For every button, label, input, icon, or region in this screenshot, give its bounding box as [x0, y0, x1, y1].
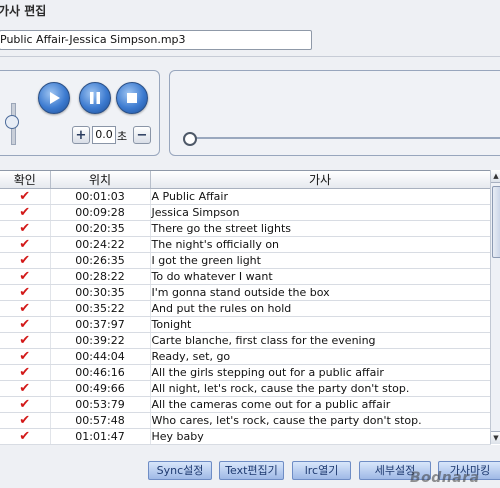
table-row[interactable]: ✔ 00:46:16 All the girls stepping out for …	[0, 364, 491, 381]
table-row[interactable]: ✔ 00:01:03 A Public Affair	[0, 188, 491, 205]
lyrics-table: 확인 위치 가사 ✔ 00:01:03 A Public Affair ✔ 00:09:…	[0, 170, 500, 445]
row-check-icon[interactable]: ✔	[0, 364, 51, 381]
play-icon	[50, 92, 60, 104]
row-time: 00:53:79	[50, 396, 151, 413]
text-editor-button[interactable]: Text편집기	[219, 461, 284, 480]
volume-slider-knob[interactable]	[5, 115, 19, 129]
row-check-icon[interactable]: ✔	[0, 428, 51, 445]
row-lyric: I'm gonna stand outside the box	[150, 284, 491, 301]
row-time: 00:01:03	[50, 188, 151, 205]
table-row[interactable]: ✔ 00:24:22 The night's officially on	[0, 236, 491, 253]
row-lyric: I got the green light	[150, 252, 491, 269]
table-row[interactable]: ✔ 01:01:47 Hey baby	[0, 428, 491, 445]
seek-slider-track[interactable]	[186, 137, 500, 139]
offset-decrease-button[interactable]: −	[133, 126, 151, 144]
row-lyric: Jessica Simpson	[150, 204, 491, 221]
row-time: 00:44:04	[50, 348, 151, 365]
row-check-icon[interactable]: ✔	[0, 268, 51, 285]
offset-field[interactable]: 0.0	[92, 126, 116, 144]
row-time: 00:49:66	[50, 380, 151, 397]
row-time: 01:01:47	[50, 428, 151, 445]
row-time: 00:30:35	[50, 284, 151, 301]
play-button[interactable]	[38, 82, 70, 114]
table-row[interactable]: ✔ 00:49:66 All night, let's rock, cause th…	[0, 380, 491, 397]
row-lyric: Hey baby	[150, 428, 491, 445]
row-lyric: To do whatever I want	[150, 268, 491, 285]
table-row[interactable]: ✔ 00:39:22 Carte blanche, first class for …	[0, 332, 491, 349]
table-row[interactable]: ✔ 00:09:28 Jessica Simpson	[0, 204, 491, 221]
offset-unit-label: 초	[117, 130, 128, 143]
pause-icon	[90, 92, 100, 104]
row-check-icon[interactable]: ✔	[0, 396, 51, 413]
row-time: 00:39:22	[50, 332, 151, 349]
row-lyric: All the cameras come out for a public af…	[150, 396, 491, 413]
row-time: 00:20:35	[50, 220, 151, 237]
vertical-scrollbar[interactable]: ▲ ▼	[490, 170, 500, 444]
row-check-icon[interactable]: ✔	[0, 316, 51, 333]
row-check-icon[interactable]: ✔	[0, 348, 51, 365]
scroll-up-arrow-icon[interactable]: ▲	[491, 170, 500, 183]
row-check-icon[interactable]: ✔	[0, 332, 51, 349]
row-time: 00:46:16	[50, 364, 151, 381]
row-lyric: All night, let's rock, cause the party d…	[150, 380, 491, 397]
offset-increase-button[interactable]: +	[72, 126, 90, 144]
table-row[interactable]: ✔ 00:53:79 All the cameras come out for a …	[0, 396, 491, 413]
row-check-icon[interactable]: ✔	[0, 380, 51, 397]
seek-slider-knob[interactable]	[183, 132, 197, 146]
row-time: 00:09:28	[50, 204, 151, 221]
row-check-icon[interactable]: ✔	[0, 204, 51, 221]
column-header-check[interactable]: 확인	[0, 171, 51, 189]
table-row[interactable]: ✔ 00:26:35 I got the green light	[0, 252, 491, 269]
row-time: 00:57:48	[50, 412, 151, 429]
table-row[interactable]: ✔ 00:37:97 Tonight	[0, 316, 491, 333]
table-row[interactable]: ✔ 00:44:04 Ready, set, go	[0, 348, 491, 365]
file-name-field[interactable]: Public Affair-Jessica Simpson.mp3	[0, 30, 312, 50]
row-lyric: Ready, set, go	[150, 348, 491, 365]
row-time: 00:26:35	[50, 252, 151, 269]
row-lyric: All the girls stepping out for a public …	[150, 364, 491, 381]
window-title: 가사 편집	[0, 4, 47, 18]
row-lyric: There go the street lights	[150, 220, 491, 237]
divider	[0, 56, 500, 57]
row-lyric: And put the rules on hold	[150, 300, 491, 317]
pause-button[interactable]	[79, 82, 111, 114]
row-check-icon[interactable]: ✔	[0, 220, 51, 237]
row-lyric: Tonight	[150, 316, 491, 333]
row-check-icon[interactable]: ✔	[0, 412, 51, 429]
sync-settings-button[interactable]: Sync설정	[148, 461, 212, 480]
row-check-icon[interactable]: ✔	[0, 236, 51, 253]
row-check-icon[interactable]: ✔	[0, 300, 51, 317]
row-check-icon[interactable]: ✔	[0, 252, 51, 269]
stop-icon	[127, 93, 137, 103]
row-check-icon[interactable]: ✔	[0, 284, 51, 301]
progress-panel	[169, 70, 500, 156]
table-row[interactable]: ✔ 00:30:35 I'm gonna stand outside the box	[0, 284, 491, 301]
lrc-open-button[interactable]: lrc열기	[292, 461, 351, 480]
row-time: 00:35:22	[50, 300, 151, 317]
row-lyric: A Public Affair	[150, 188, 491, 205]
row-time: 00:24:22	[50, 236, 151, 253]
table-row[interactable]: ✔ 00:20:35 There go the street lights	[0, 220, 491, 237]
row-time: 00:28:22	[50, 268, 151, 285]
watermark: Bodnara	[410, 470, 480, 486]
table-row[interactable]: ✔ 00:28:22 To do whatever I want	[0, 268, 491, 285]
row-lyric: The night's officially on	[150, 236, 491, 253]
table-row[interactable]: ✔ 00:57:48 Who cares, let's rock, cause th…	[0, 412, 491, 429]
table-row[interactable]: ✔ 00:35:22 And put the rules on hold	[0, 300, 491, 317]
row-lyric: Who cares, let's rock, cause the party d…	[150, 412, 491, 429]
scroll-thumb[interactable]	[492, 186, 500, 258]
row-lyric: Carte blanche, first class for the eveni…	[150, 332, 491, 349]
row-time: 00:37:97	[50, 316, 151, 333]
row-check-icon[interactable]: ✔	[0, 188, 51, 205]
scroll-down-arrow-icon[interactable]: ▼	[491, 431, 500, 444]
column-header-lyrics[interactable]: 가사	[150, 171, 491, 189]
column-header-position[interactable]: 위치	[50, 171, 151, 189]
stop-button[interactable]	[116, 82, 148, 114]
